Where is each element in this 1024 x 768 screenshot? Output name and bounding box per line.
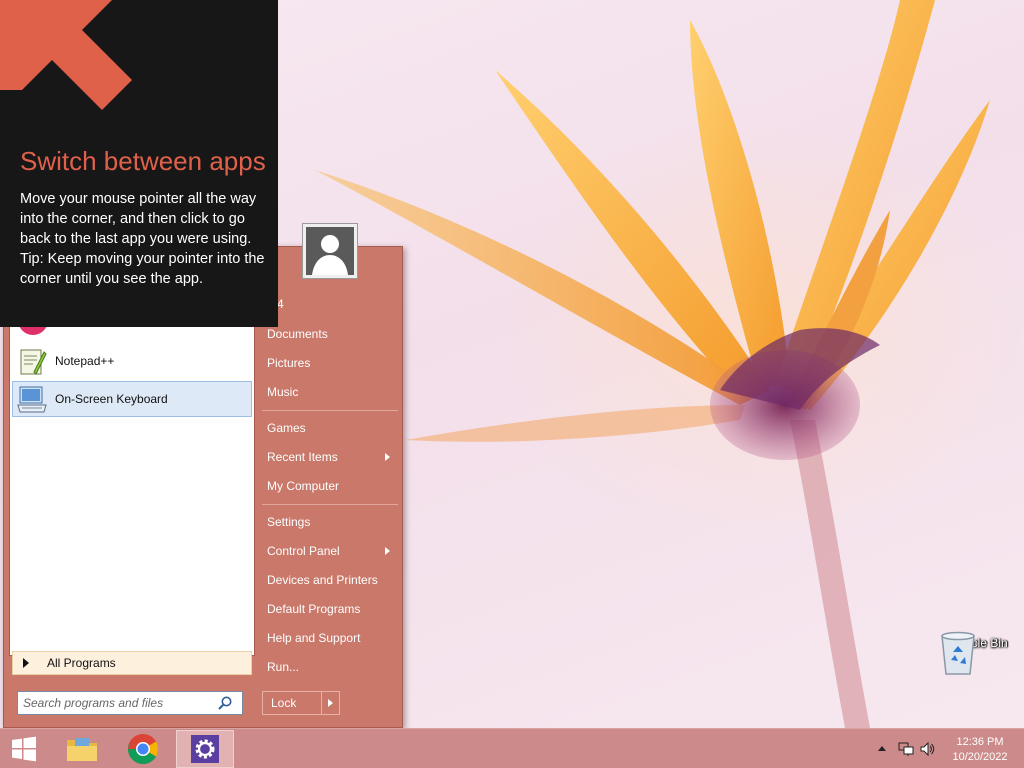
program-item-notepadpp[interactable]: Notepad++ (12, 343, 252, 379)
hint-body-text: Move your mouse pointer all the way into… (20, 191, 257, 247)
volume-icon[interactable] (920, 741, 936, 757)
place-label: Music (267, 385, 299, 399)
chrome-button[interactable] (114, 730, 172, 768)
place-run[interactable]: Run... (260, 654, 398, 680)
folder-icon (67, 738, 97, 761)
keyboard-icon (17, 386, 47, 413)
windows-logo-icon (12, 736, 36, 762)
clock-time: 12:36 PM (956, 736, 1004, 748)
show-hidden-icons-button[interactable] (878, 746, 886, 751)
hint-tip-text: Tip: Keep moving your pointer into the c… (20, 251, 265, 287)
place-games[interactable]: Games (260, 415, 398, 441)
place-help-and-support[interactable]: Help and Support (260, 625, 398, 651)
place-label: Help and Support (267, 631, 361, 645)
chevron-right-icon (328, 699, 333, 707)
place-label: Pictures (267, 356, 311, 370)
switch-apps-hint: Switch between apps Move your mouse poin… (0, 0, 278, 327)
place-music[interactable]: Music (260, 379, 398, 405)
place-label: Games (267, 421, 306, 435)
program-label: On-Screen Keyboard (55, 392, 168, 406)
recycle-bin[interactable]: Recycle Bin (938, 630, 1014, 702)
all-programs-label: All Programs (47, 656, 116, 670)
place-settings[interactable]: Settings (260, 509, 398, 535)
recycle-bin-icon (941, 631, 975, 675)
place-label: Run... (267, 660, 300, 674)
corner-arrow-icon (0, 0, 132, 110)
place-label: Devices and Printers (267, 573, 378, 587)
place-label: Recent Items (267, 450, 338, 464)
menu-separator (262, 410, 398, 411)
shutdown-options-button[interactable] (321, 692, 339, 714)
chrome-icon (127, 734, 159, 765)
place-control-panel[interactable]: Control Panel (260, 538, 398, 564)
places-pane: M4 Documents Pictures Music Games Recent… (258, 247, 404, 729)
place-label: Documents (267, 327, 328, 341)
lock-label: Lock (271, 696, 297, 710)
settings-button[interactable] (176, 730, 234, 768)
menu-separator (262, 504, 398, 505)
place-documents[interactable]: Documents (260, 321, 398, 347)
start-button[interactable] (0, 730, 48, 768)
place-label: Control Panel (267, 544, 340, 558)
place-my-computer[interactable]: My Computer (260, 473, 398, 499)
submenu-arrow-icon (385, 547, 390, 555)
expand-arrow-icon (23, 658, 29, 668)
program-label: Notepad++ (55, 354, 115, 368)
clock-date: 10/20/2022 (952, 751, 1008, 763)
all-programs-button[interactable]: All Programs (12, 651, 252, 675)
place-default-programs[interactable]: Default Programs (260, 596, 398, 622)
lock-button[interactable]: Lock (262, 691, 340, 715)
search-input[interactable] (18, 693, 214, 713)
gear-icon (191, 735, 219, 763)
network-icon[interactable] (898, 741, 914, 757)
user-avatar-icon (312, 235, 348, 275)
place-devices-and-printers[interactable]: Devices and Printers (260, 567, 398, 593)
search-icon[interactable] (217, 695, 233, 711)
user-avatar[interactable] (302, 223, 358, 279)
program-item-on-screen-keyboard[interactable]: On-Screen Keyboard (12, 381, 252, 417)
search-box[interactable] (17, 691, 243, 715)
submenu-arrow-icon (385, 453, 390, 461)
place-pictures[interactable]: Pictures (260, 350, 398, 376)
place-label: Settings (267, 515, 311, 529)
taskbar (0, 728, 1024, 768)
place-label: Default Programs (267, 602, 361, 616)
place-recent-items[interactable]: Recent Items (260, 444, 398, 470)
notepadpp-icon (20, 349, 47, 375)
place-label: My Computer (267, 479, 340, 493)
file-explorer-button[interactable] (53, 730, 111, 768)
hint-body: Move your mouse pointer all the way into… (20, 189, 270, 289)
hint-title: Switch between apps (20, 146, 266, 176)
taskbar-clock[interactable]: 12:36 PM 10/20/2022 (940, 735, 1020, 765)
